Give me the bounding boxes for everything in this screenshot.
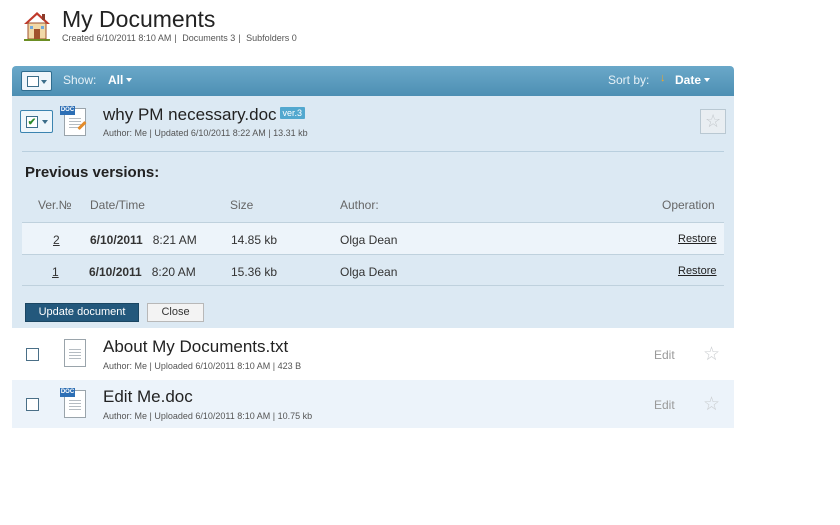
meta-separator: | — [174, 33, 177, 43]
file-checkbox[interactable] — [26, 348, 39, 361]
star-icon[interactable]: ☆ — [703, 393, 720, 416]
star-icon[interactable]: ☆ — [703, 343, 720, 366]
list-toolbar: Show: All Sort by: ↓ Date — [12, 66, 734, 96]
version-time: 8:20 AM — [151, 265, 196, 279]
document-meta: Author: Me | Updated 6/10/2011 8:22 AM |… — [103, 128, 308, 138]
version-author: Olga Dean — [340, 233, 398, 247]
documents-count: Documents 3 — [182, 33, 236, 43]
version-size: 14.85 kb — [231, 233, 278, 247]
column-operation: Operation — [662, 198, 715, 212]
column-author: Author: — [340, 198, 379, 212]
select-all-dropdown[interactable] — [21, 71, 52, 91]
file-checkbox[interactable] — [26, 398, 39, 411]
version-badge: ver.3 — [279, 107, 306, 119]
selected-document-checkbox-dropdown[interactable]: ✔ — [20, 110, 53, 133]
file-name-link[interactable]: About My Documents.txt — [103, 337, 288, 357]
version-row: 2 6/10/2011 8:21 AM 14.85 kb Olga Dean R… — [22, 222, 724, 254]
doc-edit-icon: DOC — [60, 106, 88, 138]
page-title: My Documents — [62, 6, 216, 32]
sort-by-dropdown[interactable]: Date — [675, 73, 710, 87]
chevron-down-icon — [42, 120, 48, 124]
doc-badge: DOC — [60, 106, 75, 115]
version-author: Olga Dean — [340, 265, 398, 279]
star-icon: ☆ — [705, 111, 722, 131]
show-label: Show: — [63, 73, 97, 87]
file-meta: Author: Me | Uploaded 6/10/2011 8:10 AM … — [103, 411, 313, 421]
update-document-button[interactable]: Update document — [25, 303, 139, 322]
version-time: 8:21 AM — [152, 233, 197, 247]
sort-direction-icon[interactable]: ↓ — [660, 72, 666, 84]
doc-badge: DOC — [60, 388, 75, 397]
check-icon[interactable]: ✔ — [26, 116, 38, 128]
file-meta: Author: Me | Uploaded 6/10/2011 8:10 AM … — [103, 361, 302, 371]
version-size: 15.36 kb — [231, 265, 278, 279]
version-number-link[interactable]: 1 — [52, 265, 59, 279]
restore-link[interactable]: Restore — [678, 265, 717, 277]
chevron-down-icon — [41, 80, 47, 84]
document-title[interactable]: why PM necessary.doc ver.3 — [103, 105, 306, 125]
show-filter-dropdown[interactable]: All — [108, 73, 132, 87]
column-datetime: Date/Time — [90, 198, 145, 212]
subfolders-count: Subfolders 0 — [246, 33, 297, 43]
doc-file-icon: DOC — [60, 388, 88, 420]
sort-label: Sort by: — [608, 73, 650, 87]
versions-table-header: Ver.№ Date/Time Size Author: Operation — [22, 192, 724, 222]
previous-versions-title: Previous versions: — [25, 164, 160, 181]
file-row: DOC Edit Me.doc Author: Me | Uploaded 6/… — [12, 380, 734, 428]
close-button[interactable]: Close — [147, 303, 204, 322]
home-icon[interactable] — [22, 10, 52, 42]
edit-link[interactable]: Edit — [654, 398, 675, 412]
document-name[interactable]: why PM necessary.doc — [103, 105, 277, 124]
version-datetime: 6/10/2011 8:21 AM — [90, 233, 197, 247]
created-date: Created 6/10/2011 8:10 AM — [62, 33, 172, 43]
version-date: 6/10/2011 — [90, 233, 143, 247]
page-header: My Documents Created 6/10/2011 8:10 AM | … — [22, 6, 722, 56]
txt-file-icon — [60, 337, 88, 369]
restore-link[interactable]: Restore — [678, 233, 717, 245]
select-all-checkbox[interactable] — [27, 76, 39, 87]
version-datetime: 6/10/2011 8:20 AM — [89, 265, 196, 279]
meta-separator: | — [238, 33, 241, 43]
column-version: Ver.№ — [38, 198, 72, 212]
version-date: 6/10/2011 — [89, 265, 142, 279]
divider — [22, 151, 724, 152]
version-row: 1 6/10/2011 8:20 AM 15.36 kb Olga Dean R… — [22, 254, 724, 286]
version-number-link[interactable]: 2 — [53, 233, 60, 247]
column-size: Size — [230, 198, 254, 212]
file-name-link[interactable]: Edit Me.doc — [103, 387, 193, 407]
selected-document-panel: ✔ DOC why PM necessary.doc ver.3 Author: … — [12, 96, 734, 328]
favorite-button[interactable]: ☆ — [700, 109, 726, 134]
folder-meta: Created 6/10/2011 8:10 AM | Documents 3 | … — [62, 33, 300, 43]
edit-link[interactable]: Edit — [654, 348, 675, 362]
file-row: About My Documents.txt Author: Me | Uplo… — [12, 330, 734, 378]
